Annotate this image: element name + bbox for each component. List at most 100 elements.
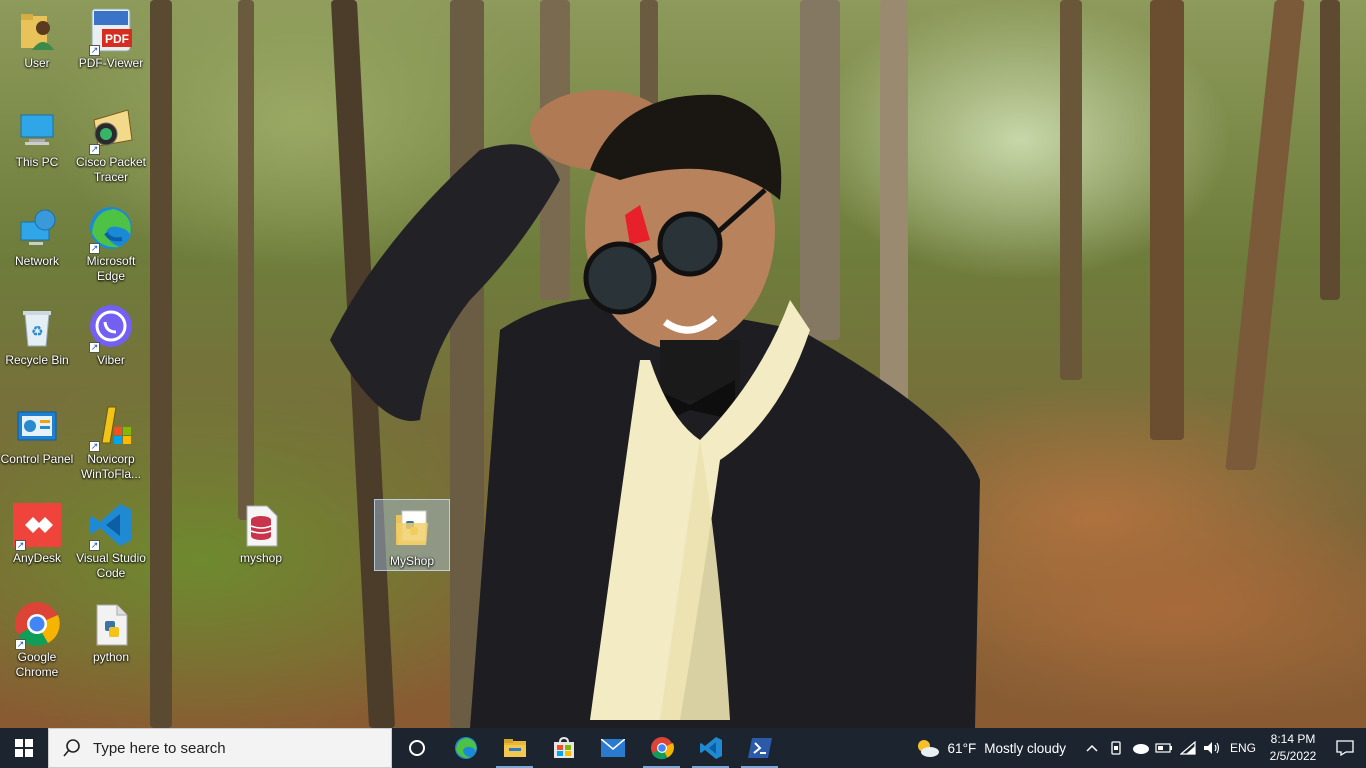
edge-icon: ↗ [87, 204, 135, 254]
store-icon [553, 737, 574, 758]
battery-icon [1155, 743, 1172, 753]
clock-date: 2/5/2022 [1269, 749, 1317, 763]
desktop-icon-pdf-viewer[interactable]: PDF ↗ PDF-Viewer [74, 2, 148, 98]
show-hidden-icons-button[interactable] [1080, 744, 1104, 752]
search-icon [63, 739, 80, 757]
onedrive-cloud-icon [1133, 744, 1149, 754]
weather-condition: Mostly cloudy [984, 740, 1066, 756]
shortcut-arrow-icon: ↗ [89, 243, 100, 254]
desktop-icon-python[interactable]: python [74, 596, 148, 692]
user-folder-icon [13, 6, 61, 54]
desktop-wallpaper [0, 0, 1366, 728]
wifi-icon [1180, 741, 1196, 755]
taskbar-mail[interactable] [588, 728, 637, 768]
desktop-icon-anydesk[interactable]: ↗ AnyDesk [0, 497, 74, 593]
cisco-packet-tracer-icon: ↗ [87, 105, 135, 155]
taskbar-clock[interactable]: 8:14 PM 2/5/2022 [1262, 731, 1324, 765]
clock-time: 8:14 PM [1270, 732, 1316, 746]
desktop-icon-cisco-packet-tracer[interactable]: ↗ Cisco Packet Tracer [74, 101, 148, 197]
action-center-button[interactable] [1324, 728, 1366, 768]
vscode-icon: ↗ [87, 501, 135, 551]
file-explorer-icon [503, 739, 526, 757]
shortcut-arrow-icon: ↗ [89, 144, 100, 155]
desktop-icon-label: Microsoft Edge [86, 254, 136, 283]
taskbar-microsoft-store[interactable] [539, 728, 588, 768]
weather-temp: 61°F [947, 740, 977, 756]
desktop-icon-novicorp-wintoflash[interactable]: ↗ Novicorp WinToFla... [74, 398, 148, 494]
desktop-icon-microsoft-edge[interactable]: ↗ Microsoft Edge [74, 200, 148, 296]
tray-network[interactable] [1176, 741, 1200, 755]
input-language[interactable]: ENG [1224, 741, 1262, 755]
desktop-icon-label: Viber [97, 353, 125, 367]
taskbar: Type here to search 61°F Mostly cloudy E… [0, 728, 1366, 768]
desktop-icon-label: User [24, 56, 50, 70]
desktop-icon-myshop-folder[interactable]: MyShop [374, 499, 450, 571]
desktop-icon-this-pc[interactable]: This PC [0, 101, 74, 197]
desktop-icon-label: Control Panel [0, 452, 74, 466]
desktop-icon-google-chrome[interactable]: ↗ Google Chrome [0, 596, 74, 692]
meet-now-icon [1111, 741, 1121, 755]
desktop-icon-label: myshop [239, 551, 283, 565]
taskbar-chrome[interactable] [637, 728, 686, 768]
svg-text:♻: ♻ [31, 323, 44, 339]
mail-icon [600, 739, 625, 757]
computer-icon [13, 105, 61, 153]
tray-battery[interactable] [1152, 743, 1176, 753]
tray-onedrive[interactable] [1128, 742, 1152, 754]
chevron-up-icon [1086, 744, 1098, 752]
edge-icon [454, 737, 477, 759]
taskbar-search-box[interactable]: Type here to search [48, 728, 392, 768]
partly-cloudy-icon [917, 740, 939, 757]
recycle-bin-icon: ♻ [13, 303, 61, 351]
network-icon [13, 204, 61, 252]
folder-icon [388, 504, 436, 552]
anydesk-icon: ↗ [13, 501, 61, 551]
desktop-icon-label: This PC [15, 155, 59, 169]
desktop-icon-recycle-bin[interactable]: ♻ Recycle Bin [0, 299, 74, 395]
desktop-icon-myshop-db[interactable]: myshop [224, 497, 298, 593]
desktop-icon-label: Google Chrome [15, 650, 59, 679]
taskbar-vscode[interactable] [686, 728, 735, 768]
taskbar-powershell[interactable] [735, 728, 784, 768]
chrome-icon [650, 737, 674, 760]
taskbar-edge[interactable] [441, 728, 490, 768]
system-tray: 61°F Mostly cloudy ENG 8:14 PM 2/5/2022 [914, 728, 1366, 768]
desktop-icon-label: PDF-Viewer [78, 56, 144, 70]
volume-icon [1204, 742, 1220, 754]
shortcut-arrow-icon: ↗ [89, 342, 100, 353]
desktop-icon-user[interactable]: User [0, 2, 74, 98]
desktop-icon-viber[interactable]: ↗ Viber [74, 299, 148, 395]
desktop-icon-label: MyShop [389, 554, 435, 568]
search-placeholder: Type here to search [93, 739, 226, 757]
control-panel-icon [13, 402, 61, 450]
desktop-icon-label: Recycle Bin [5, 353, 69, 367]
chrome-icon: ↗ [13, 600, 61, 650]
windows-logo-icon [15, 739, 33, 757]
python-file-icon [87, 600, 135, 648]
shortcut-arrow-icon: ↗ [15, 540, 26, 551]
task-view-button[interactable] [392, 728, 441, 768]
notification-icon [1336, 740, 1354, 756]
shortcut-arrow-icon: ↗ [15, 639, 26, 650]
desktop-icon-label: python [92, 650, 130, 664]
desktop-icon-control-panel[interactable]: Control Panel [0, 398, 74, 494]
wintoflash-icon: ↗ [87, 402, 135, 452]
tray-device-icon[interactable] [1104, 741, 1128, 755]
database-icon [237, 501, 285, 549]
tray-volume[interactable] [1200, 741, 1224, 755]
powershell-icon [747, 738, 772, 758]
start-button[interactable] [0, 728, 48, 768]
pdf-badge: PDF [105, 32, 129, 46]
shortcut-arrow-icon: ↗ [89, 441, 100, 452]
pdf-viewer-icon: PDF ↗ [87, 6, 135, 56]
cortana-circle-icon [408, 740, 425, 756]
taskbar-file-explorer[interactable] [490, 728, 539, 768]
desktop-icon-label: Network [14, 254, 59, 268]
desktop-icon-label: Visual Studio Code [76, 551, 146, 580]
desktop-icon-visual-studio-code[interactable]: ↗ Visual Studio Code [74, 497, 148, 593]
desktop-icon-label: Novicorp WinToFla... [80, 452, 141, 481]
shortcut-arrow-icon: ↗ [89, 540, 100, 551]
desktop-icon-network[interactable]: Network [0, 200, 74, 296]
vscode-icon [699, 737, 722, 759]
weather-widget[interactable]: 61°F Mostly cloudy [914, 737, 1066, 759]
